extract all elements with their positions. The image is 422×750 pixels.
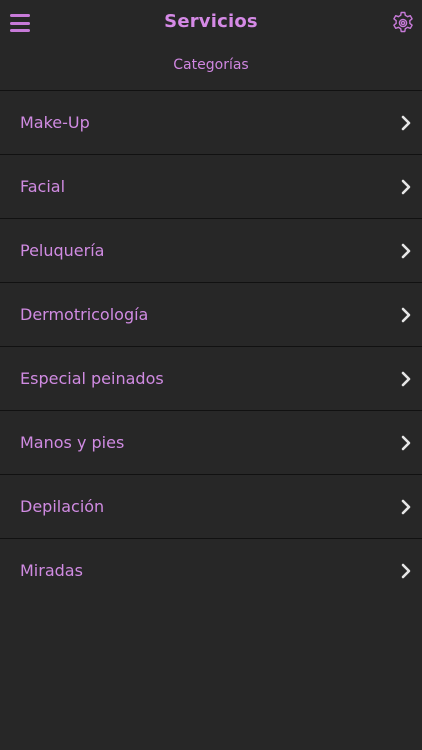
page-title: Servicios xyxy=(164,11,258,32)
category-row-miradas[interactable]: Miradas xyxy=(0,539,422,602)
services-screen: Servicios Categorías Make-Up Facial Pelu… xyxy=(0,0,422,750)
category-row-depilacion[interactable]: Depilación xyxy=(0,475,422,539)
category-label: Especial peinados xyxy=(20,369,164,388)
category-row-facial[interactable]: Facial xyxy=(0,155,422,219)
category-row-make-up[interactable]: Make-Up xyxy=(0,91,422,155)
chevron-right-icon xyxy=(401,435,411,450)
chevron-right-icon xyxy=(401,307,411,322)
category-label: Peluquería xyxy=(20,241,105,260)
chevron-right-icon xyxy=(401,243,411,258)
chevron-right-icon xyxy=(401,371,411,386)
categories-heading: Categorías xyxy=(173,57,249,73)
category-label: Depilación xyxy=(20,497,105,516)
category-row-peluqueria[interactable]: Peluquería xyxy=(0,219,422,283)
header: Servicios xyxy=(0,0,422,48)
category-row-especial-peinados[interactable]: Especial peinados xyxy=(0,347,422,411)
chevron-right-icon xyxy=(401,563,411,578)
category-row-dermotricologia[interactable]: Dermotricología xyxy=(0,283,422,347)
category-label: Make-Up xyxy=(20,113,90,132)
category-label: Manos y pies xyxy=(20,433,125,452)
chevron-right-icon xyxy=(401,499,411,514)
chevron-right-icon xyxy=(401,179,411,194)
category-label: Miradas xyxy=(20,561,83,580)
category-label: Dermotricología xyxy=(20,305,149,324)
category-label: Facial xyxy=(20,177,66,196)
categories-list: Make-Up Facial Peluquería Dermotricologí… xyxy=(0,90,422,602)
category-row-manos-y-pies[interactable]: Manos y pies xyxy=(0,411,422,475)
chevron-right-icon xyxy=(401,115,411,130)
gear-icon[interactable] xyxy=(390,10,416,36)
